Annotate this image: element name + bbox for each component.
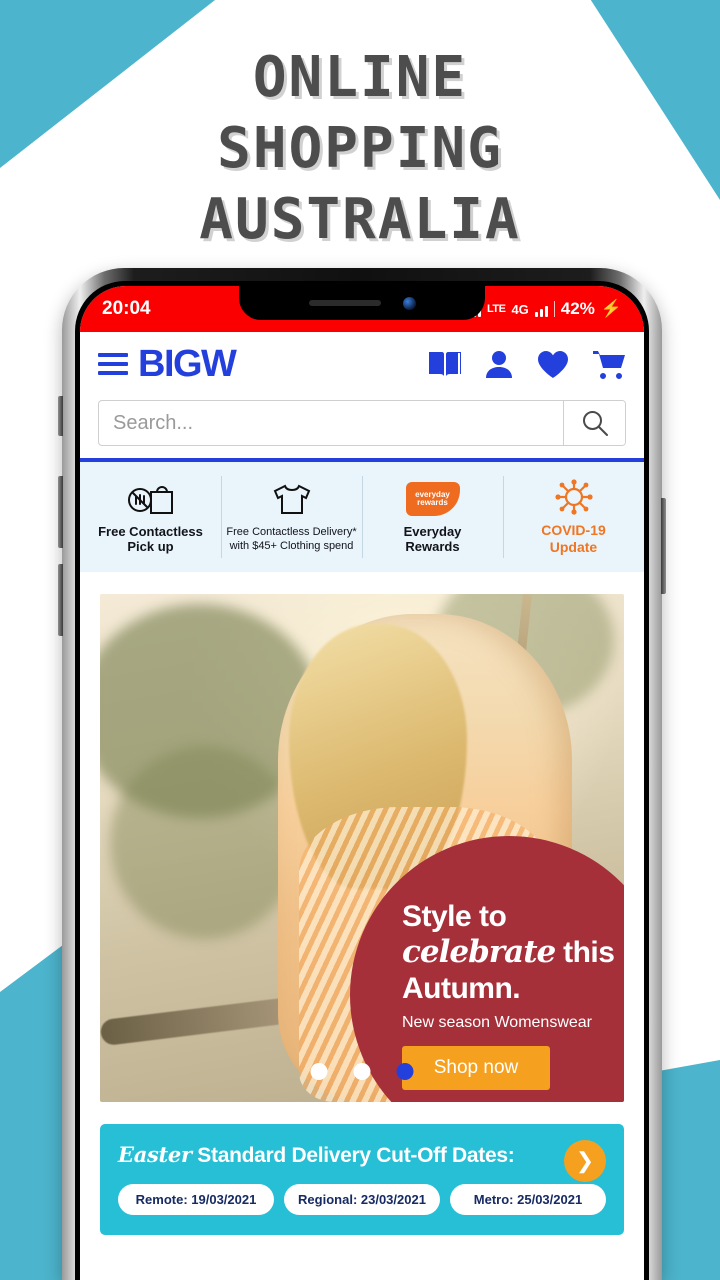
promo-line-1: Style to (402, 900, 507, 933)
rewards-badge-line2: rewards (417, 498, 448, 507)
service-label: Everyday Rewards (404, 524, 462, 554)
service-item-covid-update[interactable]: COVID-19 Update (503, 462, 644, 572)
easter-banner-section: Easter Standard Delivery Cut-Off Dates: … (80, 1102, 644, 1235)
phone-screen: 20:04 LTE 4G 42% ⚡ BIGW Search... Free C… (80, 286, 644, 1280)
carousel-dot-1[interactable] (310, 1063, 328, 1080)
page-title: ONLINE SHOPPING AUSTRALIA (0, 42, 720, 255)
earpiece-speaker-icon (308, 300, 381, 306)
account-icon[interactable] (484, 349, 514, 379)
service-item-contactless-delivery[interactable]: Free Contactless Delivery* with $45+ Clo… (221, 462, 362, 572)
promo-script-word: celebrate (402, 934, 556, 970)
chevron-right-icon[interactable]: ❯ (564, 1140, 606, 1182)
easter-title-rest: Standard Delivery Cut-Off Dates: (191, 1144, 515, 1167)
status-divider (553, 301, 555, 317)
cutoff-date-pills: Remote: 19/03/2021 Regional: 23/03/2021 … (118, 1184, 606, 1215)
status-bar: 20:04 LTE 4G 42% ⚡ (80, 286, 644, 332)
carousel-dot-2[interactable] (353, 1063, 371, 1080)
promo-line-2: celebrate this (402, 934, 624, 971)
service-label-line1: Everyday (403, 524, 462, 539)
cutoff-pill-metro[interactable]: Metro: 25/03/2021 (450, 1184, 606, 1215)
phone-mockup: 20:04 LTE 4G 42% ⚡ BIGW Search... Free C… (58, 268, 666, 1280)
power-button[interactable] (661, 498, 666, 594)
headline-line-1: ONLINE (252, 45, 468, 110)
bigw-logo[interactable]: BIGW (138, 343, 237, 386)
data-label: 4G (511, 301, 529, 317)
search-box (98, 400, 626, 446)
status-time: 20:04 (102, 298, 151, 319)
hero-carousel[interactable]: Style to celebrate this Autumn. New seas… (100, 594, 624, 1102)
service-label-line1: Free Contactless (98, 524, 203, 539)
easter-banner-title: Easter Standard Delivery Cut-Off Dates: (118, 1142, 606, 1168)
front-camera-icon (402, 296, 416, 310)
everyday-rewards-badge: everyday rewards (405, 482, 460, 516)
service-label-line1: COVID-19 (541, 522, 606, 538)
easter-delivery-banner[interactable]: Easter Standard Delivery Cut-Off Dates: … (100, 1124, 624, 1235)
catalogue-icon[interactable] (428, 349, 462, 379)
silent-switch-button[interactable] (58, 396, 63, 436)
volume-up-button[interactable] (58, 476, 63, 548)
promo-line-2-tail: this (555, 936, 615, 969)
service-item-everyday-rewards[interactable]: everyday rewards Everyday Rewards (362, 462, 503, 572)
foliage-decoration (110, 746, 300, 940)
service-label: Free Contactless Delivery* with $45+ Clo… (226, 525, 356, 553)
cellular-signal-icon (534, 302, 548, 317)
promo-mockup-canvas: ONLINE SHOPPING AUSTRALIA 20:04 LTE 4G 4… (0, 0, 720, 1280)
volume-down-button[interactable] (58, 564, 63, 636)
service-label-line2: Rewards (405, 539, 460, 554)
service-label-line1: Free Contactless Delivery* (226, 526, 357, 538)
carousel-dots (310, 1063, 414, 1080)
cutoff-pill-remote[interactable]: Remote: 19/03/2021 (118, 1184, 274, 1215)
service-label-line2: Pick up (127, 539, 174, 554)
shop-now-button[interactable]: Shop now (402, 1046, 550, 1090)
service-label-line2: Update (549, 539, 598, 555)
search-input[interactable] (99, 401, 563, 445)
cutoff-pill-regional[interactable]: Regional: 23/03/2021 (284, 1184, 440, 1215)
headline-line-2: SHOPPING (217, 116, 503, 181)
phone-bezel: 20:04 LTE 4G 42% ⚡ BIGW Search... Free C… (75, 281, 649, 1280)
lightning-bolt-icon: ⚡ (600, 299, 622, 318)
tshirt-icon (272, 481, 312, 519)
everyday-rewards-logo-icon: everyday rewards (405, 480, 460, 518)
hero-section: Style to celebrate this Autumn. New seas… (80, 572, 644, 1102)
service-label: Free Contactless Pick up (98, 524, 203, 554)
battery-percent: 42% (560, 299, 595, 318)
service-label-line2: with $45+ Clothing spend (229, 540, 354, 552)
service-item-contactless-pickup[interactable]: Free Contactless Pick up (80, 462, 221, 572)
hamburger-menu-icon[interactable] (98, 353, 128, 375)
service-label: COVID-19 Update (541, 522, 606, 556)
phone-notch (239, 286, 485, 320)
contactless-pickup-icon (127, 480, 175, 518)
carousel-dot-3[interactable] (396, 1063, 414, 1080)
status-indicators: LTE 4G 42% ⚡ (462, 299, 622, 319)
network-label: LTE (486, 303, 506, 315)
service-bar: Free Contactless Pick up Free Contactles… (80, 462, 644, 572)
site-header: BIGW (80, 332, 644, 396)
search-button[interactable] (563, 401, 625, 445)
easter-script-word: Easter (118, 1142, 192, 1167)
promo-subtitle: New season Womenswear (402, 1014, 593, 1031)
covid-virus-icon (554, 478, 594, 516)
wishlist-heart-icon[interactable] (536, 349, 570, 379)
header-icon-group (428, 349, 626, 379)
search-row (80, 396, 644, 458)
headline-line-3: AUSTRALIA (199, 187, 521, 252)
promo-line-3: Autumn. (402, 972, 521, 1005)
cart-icon[interactable] (592, 349, 626, 379)
